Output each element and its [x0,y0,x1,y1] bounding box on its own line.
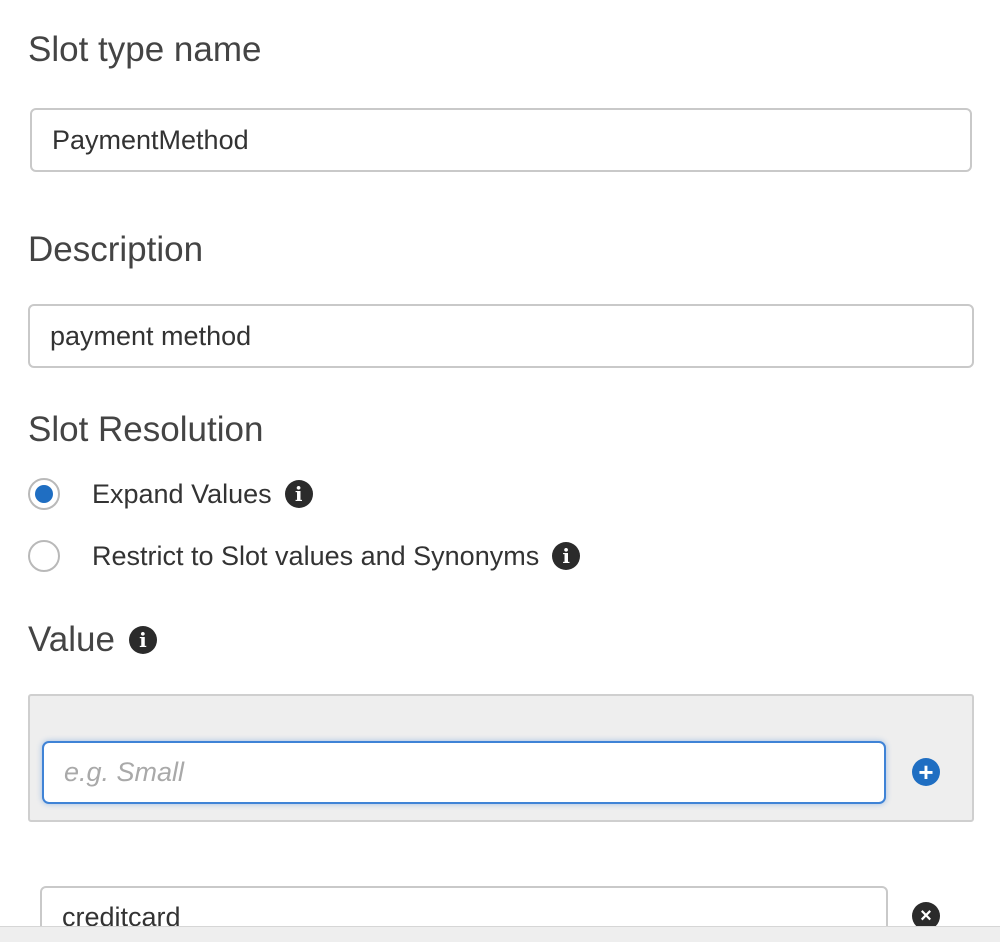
new-value-input[interactable] [42,741,886,804]
plus-circle-icon[interactable]: + [912,758,940,786]
description-label: Description [28,230,203,270]
restrict-values-radio[interactable] [28,540,60,572]
description-input[interactable] [28,304,974,368]
bottom-scroll-bar [0,926,1000,942]
description-label-text: Description [28,230,204,269]
value-label: Value i [28,620,157,660]
restrict-values-label: Restrict to Slot values and Synonyms [92,540,540,571]
slot-resolution-label-text: Slot Resolution [28,410,264,449]
slot-resolution-label: Slot Resolution [28,410,263,450]
slot-type-name-label-text: Slot type name [28,30,262,69]
info-icon[interactable]: i [552,542,581,570]
radio-restrict-values[interactable]: Restrict to Slot values and Synonyms i [28,540,581,572]
radio-selected-dot [35,485,53,503]
value-label-text: Value [28,620,115,659]
slot-type-form: Slot type name Description Slot Resoluti… [0,0,1000,942]
slot-type-name-label: Slot type name [28,30,261,70]
expand-values-radio[interactable] [28,478,60,510]
radio-expand-values[interactable]: Expand Values i [28,478,313,510]
expand-values-label: Expand Values [92,478,272,509]
info-icon[interactable]: i [128,626,157,654]
info-icon[interactable]: i [284,480,313,508]
new-value-panel: + [28,694,974,822]
slot-type-name-input[interactable] [30,108,972,172]
